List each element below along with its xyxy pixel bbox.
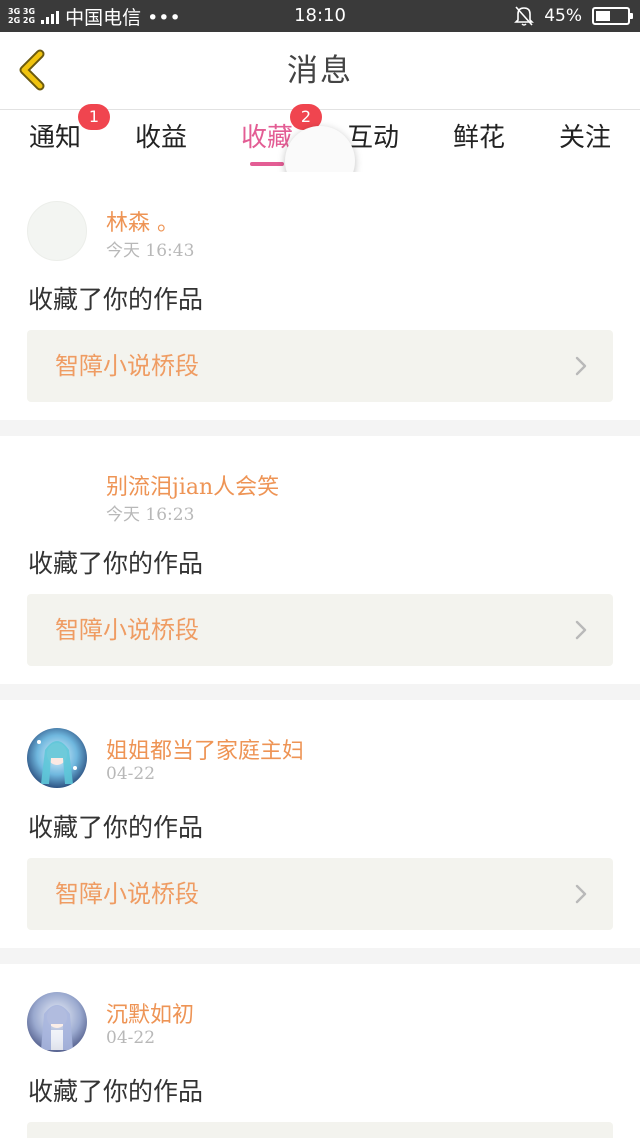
- avatar[interactable]: [27, 992, 87, 1052]
- page-title: 消息: [287, 53, 353, 89]
- anime-avatar-image: [27, 992, 87, 1052]
- bell-muted-icon: [514, 6, 535, 26]
- timestamp: 04-22: [106, 1028, 156, 1048]
- work-title: 智障小说桥段: [55, 880, 199, 908]
- chevron-right-icon: [575, 884, 587, 904]
- username[interactable]: 姐姐都当了家庭主妇: [106, 733, 304, 765]
- tab-label: 互动: [346, 123, 399, 153]
- tab-label: 鲜花: [452, 123, 505, 153]
- avatar[interactable]: [27, 201, 87, 261]
- timestamp: 今天 16:43: [106, 241, 195, 261]
- work-link[interactable]: [27, 1122, 613, 1138]
- tab-label: 收藏: [240, 123, 293, 153]
- work-title: 智障小说桥段: [55, 616, 199, 644]
- username[interactable]: 沉默如初: [106, 997, 194, 1029]
- tab-label: 通知: [28, 123, 81, 153]
- tab-follows[interactable]: 关注: [540, 110, 630, 172]
- tab-notifications[interactable]: 通知 1: [10, 104, 110, 172]
- message-card: 姐姐都当了家庭主妇 04-22 收藏了你的作品 智障小说桥段: [0, 700, 640, 948]
- work-link[interactable]: 智障小说桥段: [27, 594, 613, 666]
- work-link[interactable]: 智障小说桥段: [27, 330, 613, 402]
- message-card: 别流泪jian人会笑 今天 16:23 收藏了你的作品 智障小说桥段: [0, 436, 640, 684]
- battery-icon: [592, 7, 633, 25]
- work-link[interactable]: 智障小说桥段: [27, 858, 613, 930]
- status-right: 45%: [514, 0, 633, 32]
- battery-level: [596, 11, 610, 21]
- tab-label: 收益: [134, 123, 187, 153]
- anime-avatar-image: [27, 728, 87, 788]
- action-text: 收藏了你的作品: [28, 285, 204, 314]
- timestamp: 04-22: [106, 764, 156, 784]
- timestamp: 今天 16:23: [106, 505, 195, 525]
- notification-badge: 1: [78, 104, 110, 130]
- work-title: 智障小说桥段: [55, 352, 199, 380]
- tab-earnings[interactable]: 收益: [116, 110, 206, 172]
- action-text: 收藏了你的作品: [28, 813, 204, 842]
- tab-label: 关注: [558, 123, 611, 153]
- username[interactable]: 别流泪jian人会笑: [106, 469, 279, 501]
- chevron-right-icon: [575, 356, 587, 376]
- battery-percent: 45%: [544, 6, 582, 26]
- avatar[interactable]: [27, 728, 87, 788]
- action-text: 收藏了你的作品: [28, 1077, 204, 1106]
- message-card: 沉默如初 04-22 收藏了你的作品: [0, 964, 640, 1138]
- active-tab-indicator: [250, 162, 284, 166]
- username[interactable]: 林森 。: [106, 205, 179, 237]
- chevron-right-icon: [575, 620, 587, 640]
- nav-bar: 消息: [0, 32, 640, 110]
- action-text: 收藏了你的作品: [28, 549, 204, 578]
- status-bar: 3G 3G 2G 2G 中国电信 ••• 18:10 45%: [0, 0, 640, 32]
- message-card: 林森 。 今天 16:43 收藏了你的作品 智障小说桥段: [0, 172, 640, 420]
- tab-flowers[interactable]: 鲜花: [434, 110, 524, 172]
